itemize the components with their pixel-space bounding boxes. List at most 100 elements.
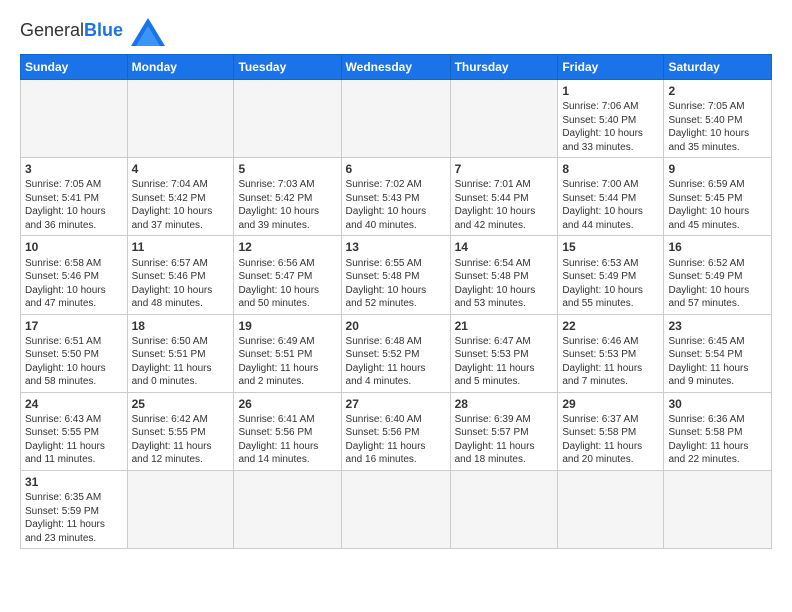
logo: GeneralBlue (20, 18, 165, 46)
weekday-monday: Monday (127, 55, 234, 80)
week-row-2: 10 Sunrise: 6:58 AM Sunset: 5:46 PM Dayli… (21, 236, 772, 314)
calendar-cell (558, 470, 664, 548)
day-info: Sunrise: 6:37 AM Sunset: 5:58 PM Dayligh… (562, 414, 642, 466)
day-number: 10 (25, 239, 123, 255)
day-number: 22 (562, 318, 659, 334)
calendar-cell: 22 Sunrise: 6:46 AM Sunset: 5:53 PM Dayli… (558, 314, 664, 392)
calendar-cell: 3 Sunrise: 7:05 AM Sunset: 5:41 PM Daylig… (21, 158, 128, 236)
day-info: Sunrise: 6:51 AM Sunset: 5:50 PM Dayligh… (25, 336, 106, 388)
weekday-friday: Friday (558, 55, 664, 80)
day-info: Sunrise: 6:50 AM Sunset: 5:51 PM Dayligh… (132, 336, 212, 388)
calendar-cell: 11 Sunrise: 6:57 AM Sunset: 5:46 PM Dayli… (127, 236, 234, 314)
day-number: 30 (668, 396, 767, 412)
calendar-cell: 8Sunrise: 7:00 AM Sunset: 5:44 PM Daylig… (558, 158, 664, 236)
calendar-cell: 29 Sunrise: 6:37 AM Sunset: 5:58 PM Dayli… (558, 392, 664, 470)
calendar-cell: 14 Sunrise: 6:54 AM Sunset: 5:48 PM Dayli… (450, 236, 558, 314)
day-info: Sunrise: 6:48 AM Sunset: 5:52 PM Dayligh… (346, 336, 426, 388)
week-row-5: 31 Sunrise: 6:35 AM Sunset: 5:59 PM Dayli… (21, 470, 772, 548)
day-number: 14 (455, 239, 554, 255)
day-number: 5 (238, 161, 336, 177)
day-number: 1 (562, 83, 659, 99)
weekday-sunday: Sunday (21, 55, 128, 80)
day-number: 18 (132, 318, 230, 334)
day-info: Sunrise: 7:03 AM Sunset: 5:42 PM Dayligh… (238, 179, 319, 231)
day-info: Sunrise: 6:49 AM Sunset: 5:51 PM Dayligh… (238, 336, 318, 388)
calendar-cell: 30Sunrise: 6:36 AM Sunset: 5:58 PM Dayli… (664, 392, 772, 470)
day-info: Sunrise: 6:54 AM Sunset: 5:48 PM Dayligh… (455, 258, 536, 310)
calendar-cell: 12Sunrise: 6:56 AM Sunset: 5:47 PM Dayli… (234, 236, 341, 314)
day-number: 20 (346, 318, 446, 334)
day-number: 31 (25, 474, 123, 490)
day-info: Sunrise: 6:55 AM Sunset: 5:48 PM Dayligh… (346, 258, 427, 310)
day-info: Sunrise: 6:45 AM Sunset: 5:54 PM Dayligh… (668, 336, 748, 388)
day-number: 29 (562, 396, 659, 412)
week-row-4: 24 Sunrise: 6:43 AM Sunset: 5:55 PM Dayli… (21, 392, 772, 470)
day-number: 11 (132, 239, 230, 255)
day-number: 8 (562, 161, 659, 177)
header: GeneralBlue (20, 18, 772, 46)
day-info: Sunrise: 6:53 AM Sunset: 5:49 PM Dayligh… (562, 258, 643, 310)
day-info: Sunrise: 6:41 AM Sunset: 5:56 PM Dayligh… (238, 414, 318, 466)
calendar-cell: 27 Sunrise: 6:40 AM Sunset: 5:56 PM Dayli… (341, 392, 450, 470)
day-info: Sunrise: 6:35 AM Sunset: 5:59 PM Dayligh… (25, 492, 105, 544)
day-info: Sunrise: 6:57 AM Sunset: 5:46 PM Dayligh… (132, 258, 213, 310)
calendar-cell: 1 Sunrise: 7:06 AM Sunset: 5:40 PM Daylig… (558, 80, 664, 158)
day-number: 19 (238, 318, 336, 334)
day-info: Sunrise: 7:05 AM Sunset: 5:40 PM Dayligh… (668, 101, 749, 153)
day-info: Sunrise: 6:42 AM Sunset: 5:55 PM Dayligh… (132, 414, 212, 466)
day-number: 25 (132, 396, 230, 412)
day-number: 13 (346, 239, 446, 255)
day-number: 2 (668, 83, 767, 99)
day-number: 23 (668, 318, 767, 334)
weekday-saturday: Saturday (664, 55, 772, 80)
calendar-cell: 9Sunrise: 6:59 AM Sunset: 5:45 PM Daylig… (664, 158, 772, 236)
calendar-cell (664, 470, 772, 548)
calendar-cell (450, 80, 558, 158)
calendar-cell (21, 80, 128, 158)
calendar-cell: 2 Sunrise: 7:05 AM Sunset: 5:40 PM Daylig… (664, 80, 772, 158)
logo-icon (131, 18, 165, 46)
week-row-3: 17 Sunrise: 6:51 AM Sunset: 5:50 PM Dayli… (21, 314, 772, 392)
day-info: Sunrise: 6:58 AM Sunset: 5:46 PM Dayligh… (25, 258, 106, 310)
calendar-cell: 5 Sunrise: 7:03 AM Sunset: 5:42 PM Daylig… (234, 158, 341, 236)
day-info: Sunrise: 6:46 AM Sunset: 5:53 PM Dayligh… (562, 336, 642, 388)
day-info: Sunrise: 6:47 AM Sunset: 5:53 PM Dayligh… (455, 336, 535, 388)
day-number: 7 (455, 161, 554, 177)
day-number: 26 (238, 396, 336, 412)
day-number: 27 (346, 396, 446, 412)
day-number: 28 (455, 396, 554, 412)
day-info: Sunrise: 6:40 AM Sunset: 5:56 PM Dayligh… (346, 414, 426, 466)
calendar-cell: 24 Sunrise: 6:43 AM Sunset: 5:55 PM Dayli… (21, 392, 128, 470)
weekday-header-row: SundayMondayTuesdayWednesdayThursdayFrid… (21, 55, 772, 80)
calendar-cell: 21 Sunrise: 6:47 AM Sunset: 5:53 PM Dayli… (450, 314, 558, 392)
day-info: Sunrise: 7:04 AM Sunset: 5:42 PM Dayligh… (132, 179, 213, 231)
day-number: 15 (562, 239, 659, 255)
logo-text: GeneralBlue (20, 18, 165, 46)
weekday-thursday: Thursday (450, 55, 558, 80)
calendar-cell: 20 Sunrise: 6:48 AM Sunset: 5:52 PM Dayli… (341, 314, 450, 392)
calendar-cell: 10 Sunrise: 6:58 AM Sunset: 5:46 PM Dayli… (21, 236, 128, 314)
day-info: Sunrise: 7:02 AM Sunset: 5:43 PM Dayligh… (346, 179, 427, 231)
calendar-cell: 15 Sunrise: 6:53 AM Sunset: 5:49 PM Dayli… (558, 236, 664, 314)
calendar-cell: 16Sunrise: 6:52 AM Sunset: 5:49 PM Dayli… (664, 236, 772, 314)
day-info: Sunrise: 6:52 AM Sunset: 5:49 PM Dayligh… (668, 258, 749, 310)
day-number: 9 (668, 161, 767, 177)
day-number: 4 (132, 161, 230, 177)
day-number: 24 (25, 396, 123, 412)
calendar-cell (127, 470, 234, 548)
calendar: SundayMondayTuesdayWednesdayThursdayFrid… (20, 54, 772, 549)
day-number: 3 (25, 161, 123, 177)
calendar-cell: 7Sunrise: 7:01 AM Sunset: 5:44 PM Daylig… (450, 158, 558, 236)
week-row-1: 3 Sunrise: 7:05 AM Sunset: 5:41 PM Daylig… (21, 158, 772, 236)
day-info: Sunrise: 7:05 AM Sunset: 5:41 PM Dayligh… (25, 179, 106, 231)
day-number: 17 (25, 318, 123, 334)
calendar-cell (234, 470, 341, 548)
calendar-cell (127, 80, 234, 158)
day-info: Sunrise: 6:43 AM Sunset: 5:55 PM Dayligh… (25, 414, 105, 466)
calendar-cell: 6Sunrise: 7:02 AM Sunset: 5:43 PM Daylig… (341, 158, 450, 236)
day-info: Sunrise: 6:39 AM Sunset: 5:57 PM Dayligh… (455, 414, 535, 466)
day-info: Sunrise: 7:06 AM Sunset: 5:40 PM Dayligh… (562, 101, 643, 153)
day-number: 21 (455, 318, 554, 334)
calendar-cell (450, 470, 558, 548)
calendar-cell (234, 80, 341, 158)
